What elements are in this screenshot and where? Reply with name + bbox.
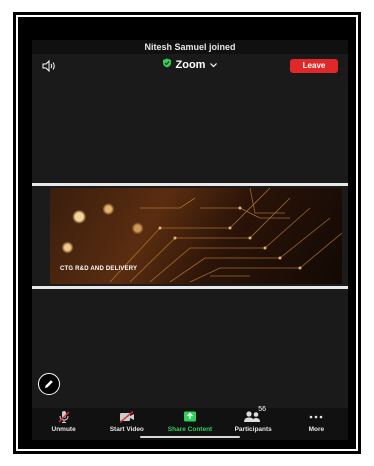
share-arrow-icon [182,410,198,424]
unmute-label: Unmute [51,426,76,433]
join-notification: Nitesh Samuel joined [32,40,348,54]
chevron-down-icon [209,59,217,71]
muted-mic-icon [57,410,71,424]
meeting-title-text: Zoom [175,58,206,71]
leave-button[interactable]: Leave [290,59,338,73]
shared-screen: CTG R&D AND DELIVERY [32,183,348,289]
top-bar: Zoom Leave [32,54,348,78]
start-video-label: Start Video [109,426,144,433]
participant-count: 56 [258,406,267,413]
shield-icon [163,58,172,71]
video-off-icon [118,410,136,424]
speaker-icon[interactable] [42,59,58,77]
home-indicator [140,436,240,438]
more-dots-icon [308,410,324,424]
shared-content: CTG R&D AND DELIVERY [32,186,348,286]
participants-label: Participants [234,426,272,433]
more-button[interactable]: More [285,408,348,440]
zoom-screen: Nitesh Samuel joined Zoom Leave CTG R&D … [32,40,348,440]
pencil-icon[interactable] [38,373,60,395]
meeting-title[interactable]: Zoom [163,58,218,71]
more-label: More [308,426,325,433]
share-caption: CTG R&D AND DELIVERY [60,266,138,272]
unmute-button[interactable]: Unmute [32,408,95,440]
share-content-label: Share Content [167,426,213,433]
